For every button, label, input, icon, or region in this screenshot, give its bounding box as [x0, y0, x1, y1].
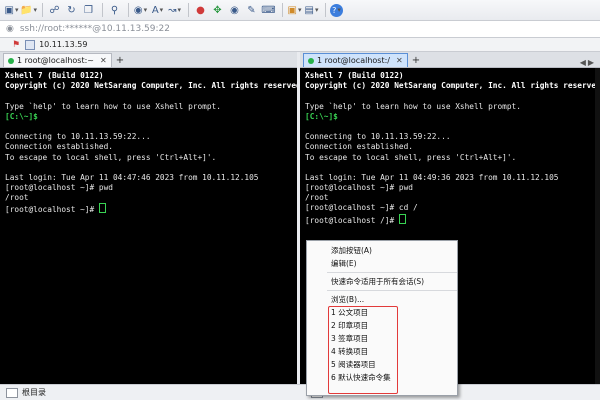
terminal-line: Copyright (c) 2020 NetSarang Computer, I…	[305, 81, 600, 91]
terminal-line: Connecting to 10.11.13.59:22...	[305, 132, 451, 142]
help-icon[interactable]: ?	[330, 3, 343, 17]
session-icon	[25, 39, 36, 50]
terminal-line: To escape to local shell, press 'Ctrl+Al…	[305, 152, 517, 162]
menu-item-apply-all[interactable]: 快速命令适用于所有会话(S)	[307, 275, 457, 288]
session-bar: ⚑ 10.11.13.59	[0, 38, 600, 52]
session-host[interactable]: 10.11.13.59	[39, 40, 87, 49]
lock-icon[interactable]: ◉	[227, 3, 242, 18]
menu-item-official-doc[interactable]: 1 公文项目	[307, 306, 457, 319]
menu-item-default-set[interactable]: 6 默认快速命令集	[307, 371, 457, 384]
reconnect-icon[interactable]: ↻	[64, 3, 79, 18]
colors-icon[interactable]: ◉	[133, 3, 148, 18]
terminal-line: Connection established.	[305, 142, 413, 152]
record-icon[interactable]: ●	[193, 3, 208, 18]
quick-command-label: 根目录	[22, 388, 46, 397]
terminal-line: Type `help' to learn how to use Xshell p…	[5, 101, 221, 111]
terminal-line: /root	[5, 193, 29, 203]
toolbar-separator	[325, 3, 326, 17]
terminal-line: [root@localhost ~]# cd /	[305, 203, 418, 213]
tab-label: 1 root@localhost:/	[317, 56, 390, 65]
terminal-line: Connecting to 10.11.13.59:22...	[5, 132, 151, 142]
terminal-line: /root	[305, 193, 329, 203]
context-menu: 添加按钮(A) 编辑(E) 快速命令适用于所有会话(S) 浏览(B)... 1 …	[306, 240, 458, 396]
quick-command-bar: 根目录 根目录	[0, 384, 600, 400]
keyboard-icon[interactable]: ⌨	[261, 3, 276, 18]
menu-item-signature[interactable]: 3 签章项目	[307, 332, 457, 345]
copy-icon[interactable]: ❐	[81, 3, 96, 18]
terminal-line: [root@localhost ~]# pwd	[5, 183, 113, 193]
script-icon[interactable]: ↝	[167, 3, 182, 18]
menu-item-seal[interactable]: 2 印章项目	[307, 319, 457, 332]
tab-left-session[interactable]: 1 root@localhost:~ ✕	[3, 53, 112, 67]
globe-icon: ◉	[6, 24, 14, 34]
connected-icon	[8, 57, 14, 64]
terminal-output[interactable]: Xshell 7 (Build 0122) Copyright (c) 2020 …	[0, 68, 297, 214]
terminal-line: Type `help' to learn how to use Xshell p…	[305, 101, 521, 111]
terminal-line: [C:\~]$	[5, 111, 38, 121]
add-tab-icon[interactable]: +	[116, 55, 124, 67]
menu-item-browse[interactable]: 浏览(B)...	[307, 293, 457, 306]
toolbar-separator	[42, 3, 43, 17]
menu-separator	[327, 290, 457, 291]
toolbar-separator	[128, 3, 129, 17]
terminal-line: Xshell 7 (Build 0122)	[305, 71, 404, 80]
cursor-icon	[398, 213, 406, 224]
terminal-line: Connection established.	[5, 142, 113, 152]
tab-right-session[interactable]: 1 root@localhost:/ ✕	[303, 53, 408, 67]
cursor-icon	[98, 203, 106, 214]
menu-separator	[327, 272, 457, 273]
terminal-line: Last login: Tue Apr 11 04:49:36 2023 fro…	[305, 172, 559, 182]
left-terminal-pane[interactable]: 1 root@localhost:~ ✕ + Xshell 7 (Build 0…	[0, 52, 300, 384]
folder-icon[interactable]: ▣	[287, 3, 302, 18]
menu-item-add-button[interactable]: 添加按钮(A)	[307, 244, 457, 257]
close-icon[interactable]: ✕	[100, 56, 107, 65]
toolbar-separator	[282, 3, 283, 17]
layout-icon[interactable]: ▤	[304, 3, 319, 18]
compose-icon[interactable]: ✎	[244, 3, 259, 18]
terminal-line: [root@localhost /]#	[305, 213, 600, 225]
new-session-icon[interactable]: ▣	[4, 3, 19, 18]
open-folder-icon[interactable]: 📁	[20, 3, 36, 18]
find-icon[interactable]: ⚲	[107, 3, 122, 18]
terminal-line: Copyright (c) 2020 NetSarang Computer, I…	[5, 81, 300, 91]
add-tab-icon[interactable]: +	[412, 55, 420, 67]
terminal-line: [root@localhost ~]# pwd	[305, 183, 413, 193]
menu-item-convert[interactable]: 4 转换项目	[307, 345, 457, 358]
flag-icon: ⚑	[12, 39, 21, 50]
fullscreen-icon[interactable]: ✥	[210, 3, 225, 18]
terminal-output[interactable]: Xshell 7 (Build 0122) Copyright (c) 2020 …	[300, 68, 600, 225]
list-icon	[6, 387, 18, 398]
left-tab-bar: 1 root@localhost:~ ✕ +	[0, 52, 297, 68]
font-icon[interactable]: A	[150, 3, 165, 18]
tab-label: 1 root@localhost:~	[17, 56, 94, 65]
tab-nav-arrows-icon[interactable]: ◀▶	[580, 58, 600, 67]
address-text: ssh://root:******@10.11.13.59:22	[19, 24, 170, 34]
terminal-line: Xshell 7 (Build 0122)	[5, 71, 104, 80]
address-bar[interactable]: ◉ ssh://root:******@10.11.13.59:22	[0, 21, 600, 38]
main-toolbar: ▣ 📁 ☍ ↻ ❐ ⚲ ◉ A ↝ ● ✥ ◉ ✎ ⌨ ▣ ▤ ?	[0, 0, 600, 21]
right-tab-bar: 1 root@localhost:/ ✕ + ◀▶	[300, 52, 600, 68]
close-icon[interactable]: ✕	[396, 56, 403, 65]
toolbar-separator	[188, 3, 189, 17]
terminal-line: [C:\~]$	[305, 111, 338, 121]
terminal-line: To escape to local shell, press 'Ctrl+Al…	[5, 152, 217, 162]
connected-icon	[308, 57, 314, 64]
quick-command-left[interactable]: 根目录	[0, 387, 46, 398]
scrollbar[interactable]	[595, 68, 600, 384]
menu-item-edit[interactable]: 编辑(E)	[307, 257, 457, 270]
menu-item-reader[interactable]: 5 阅读器项目	[307, 358, 457, 371]
toolbar-separator	[102, 3, 103, 17]
terminal-line: [root@localhost ~]#	[5, 203, 297, 214]
terminal-line: Last login: Tue Apr 11 04:47:46 2023 fro…	[5, 172, 259, 182]
disconnect-icon[interactable]: ☍	[47, 3, 62, 18]
